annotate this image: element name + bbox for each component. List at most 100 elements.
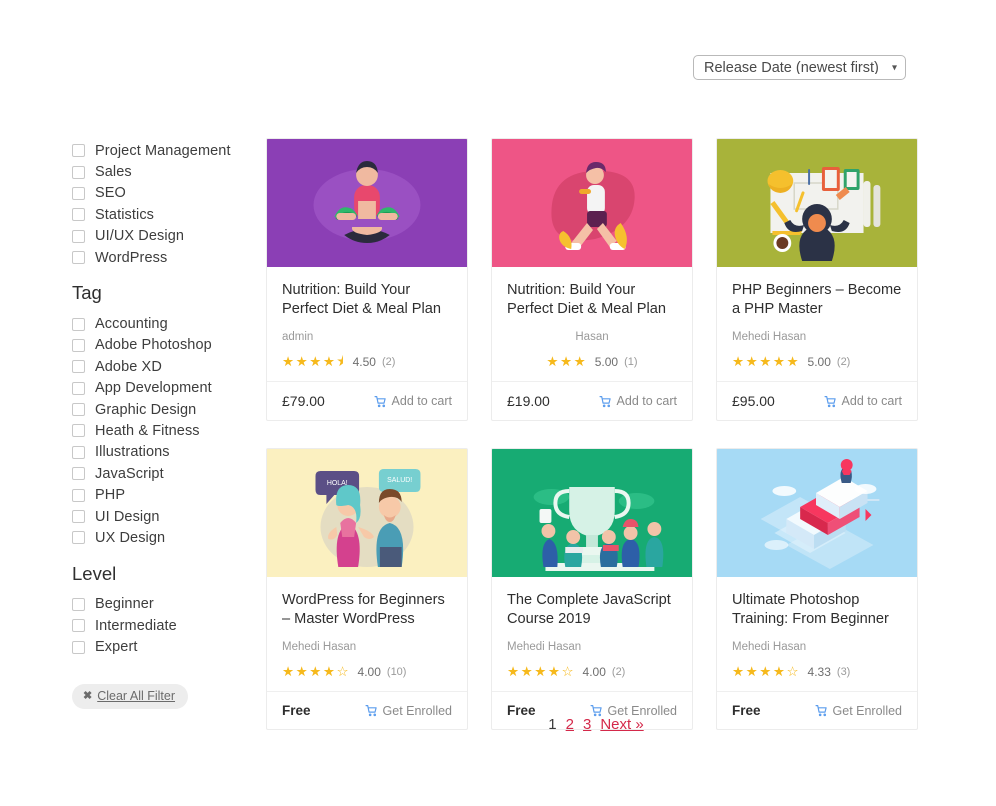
level-filter-label: Beginner [95,596,154,613]
category-filter-row[interactable]: UI/UX Design [72,226,252,247]
level-filter-group: Beginner Intermediate Expert [72,594,252,658]
checkbox-icon[interactable] [72,597,85,611]
category-filter-group: Project Management Sales SEO Statistics UI/U… [72,140,252,268]
pagination-next-link[interactable]: Next » [600,716,643,733]
category-filter-label: Sales [95,164,132,181]
course-title[interactable]: The Complete JavaScript Course 2019 [507,591,677,629]
checkbox-icon[interactable] [72,208,85,222]
course-action-label: Add to cart [391,394,452,408]
add-to-cart-button[interactable]: Add to cart [374,394,452,408]
course-title[interactable]: PHP Beginners – Become a PHP Master [732,281,902,319]
tag-filter-row[interactable]: PHP [72,484,252,505]
category-filter-row[interactable]: Sales [72,161,252,182]
course-thumbnail[interactable] [492,139,692,267]
category-filter-row[interactable]: Project Management [72,140,252,161]
checkbox-icon[interactable] [72,229,85,243]
course-card[interactable]: Ultimate Photoshop Training: From Beginn… [716,448,918,730]
tag-filter-label: Heath & Fitness [95,422,200,439]
checkbox-icon[interactable] [72,531,85,545]
checkbox-icon[interactable] [72,640,85,654]
star-rating-icons: ★ ★ ★ ★ ☆ [282,665,349,679]
course-card[interactable]: PHP Beginners – Become a PHP Master Mehed… [716,138,918,421]
course-title[interactable]: WordPress for Beginners – Master WordPre… [282,591,452,629]
checkbox-icon[interactable] [72,424,85,438]
course-card[interactable]: Nutrition: Build Your Perfect Diet & Mea… [266,138,468,421]
tag-filter-row[interactable]: App Development [72,378,252,399]
rating-count: (3) [836,666,851,678]
course-rating: ★ ★ ★ ★ ★ 5.00 (2) [732,355,902,369]
pagination-page-link[interactable]: 2 [566,716,574,733]
course-price: £95.00 [732,393,775,409]
checkbox-icon[interactable] [72,165,85,179]
course-author: Mehedi Hasan [282,641,357,653]
star-full-icon: ★ [772,354,785,370]
add-to-cart-button[interactable]: Add to cart [599,394,677,408]
checkbox-icon[interactable] [72,488,85,502]
checkbox-icon[interactable] [72,360,85,374]
course-card[interactable]: HOLA! SALUD! WordPress for Beginners – Mas… [266,448,468,730]
close-x-icon: ✖ [83,690,93,703]
course-title[interactable]: Ultimate Photoshop Training: From Beginn… [732,591,902,629]
course-rating: ★ ★ ★ ★ ☆ 4.00 (10) [282,665,452,679]
course-card-footer: £95.00 Add to cart [717,381,917,420]
checkbox-icon[interactable] [72,381,85,395]
star-full-icon: ★ [534,664,547,680]
course-author: admin [282,331,314,343]
tag-filter-row[interactable]: Adobe Photoshop [72,335,252,356]
checkbox-icon[interactable] [72,619,85,633]
course-card[interactable]: Nutrition: Build Your Perfect Diet & Mea… [491,138,693,421]
checkbox-icon[interactable] [72,338,85,352]
course-thumbnail[interactable]: HOLA! SALUD! [267,449,467,577]
course-thumbnail[interactable] [267,139,467,267]
tag-filter-row[interactable]: Adobe XD [72,356,252,377]
star-full-icon: ★ [772,664,785,680]
checkbox-icon[interactable] [72,445,85,459]
clear-all-filter-button[interactable]: ✖ Clear All Filter [72,683,189,709]
course-action-label: Add to cart [616,394,677,408]
category-filter-row[interactable]: Statistics [72,204,252,225]
course-card-body: WordPress for Beginners – Master WordPre… [267,577,467,729]
star-half-icon: ⯨ [336,354,344,370]
tag-filter-row[interactable]: Heath & Fitness [72,420,252,441]
checkbox-icon[interactable] [72,467,85,481]
checkbox-icon[interactable] [72,144,85,158]
tag-filter-row[interactable]: JavaScript [72,463,252,484]
pagination-page-link[interactable]: 3 [583,716,591,733]
checkbox-icon[interactable] [72,403,85,417]
tag-filter-row[interactable]: UI Design [72,506,252,527]
level-filter-row[interactable]: Expert [72,636,252,657]
course-title[interactable]: Nutrition: Build Your Perfect Diet & Mea… [507,281,677,319]
course-thumbnail[interactable] [717,139,917,267]
tag-filter-row[interactable]: Illustrations [72,442,252,463]
course-thumbnail[interactable] [717,449,917,577]
tag-filter-row[interactable]: UX Design [72,527,252,548]
category-filter-row[interactable]: WordPress [72,247,252,268]
checkbox-icon[interactable] [72,510,85,524]
category-filter-row[interactable]: SEO [72,183,252,204]
checkbox-icon[interactable] [72,251,85,265]
level-filter-row[interactable]: Intermediate [72,615,252,636]
add-to-cart-button[interactable]: Add to cart [824,394,902,408]
star-full-icon: ★ [745,664,758,680]
tag-filter-row[interactable]: Accounting [72,313,252,334]
star-full-icon: ★ [759,664,772,680]
star-rating-icons: ★ ★ ★ ★ ★ [732,355,799,369]
course-thumbnail[interactable] [492,449,692,577]
star-full-icon: ★ [507,664,520,680]
course-card-body: PHP Beginners – Become a PHP Master Mehed… [717,267,917,420]
star-full-icon: ★ [759,354,772,370]
tag-filter-row[interactable]: Graphic Design [72,399,252,420]
course-title[interactable]: Nutrition: Build Your Perfect Diet & Mea… [282,281,452,319]
star-full-icon: ★ [560,354,573,370]
sort-order-select[interactable]: Release Date (newest first)Release Date … [693,55,906,80]
cart-icon [599,395,612,408]
checkbox-icon[interactable] [72,186,85,200]
course-card[interactable]: The Complete JavaScript Course 2019 Mehed… [491,448,693,730]
star-empty-icon: ☆ [786,664,799,680]
level-filter-row[interactable]: Beginner [72,594,252,615]
tag-filter-label: Adobe Photoshop [95,337,212,354]
star-full-icon: ★ [547,664,560,680]
star-full-icon: ★ [786,354,799,370]
star-full-icon: ★ [282,664,295,680]
checkbox-icon[interactable] [72,317,85,331]
